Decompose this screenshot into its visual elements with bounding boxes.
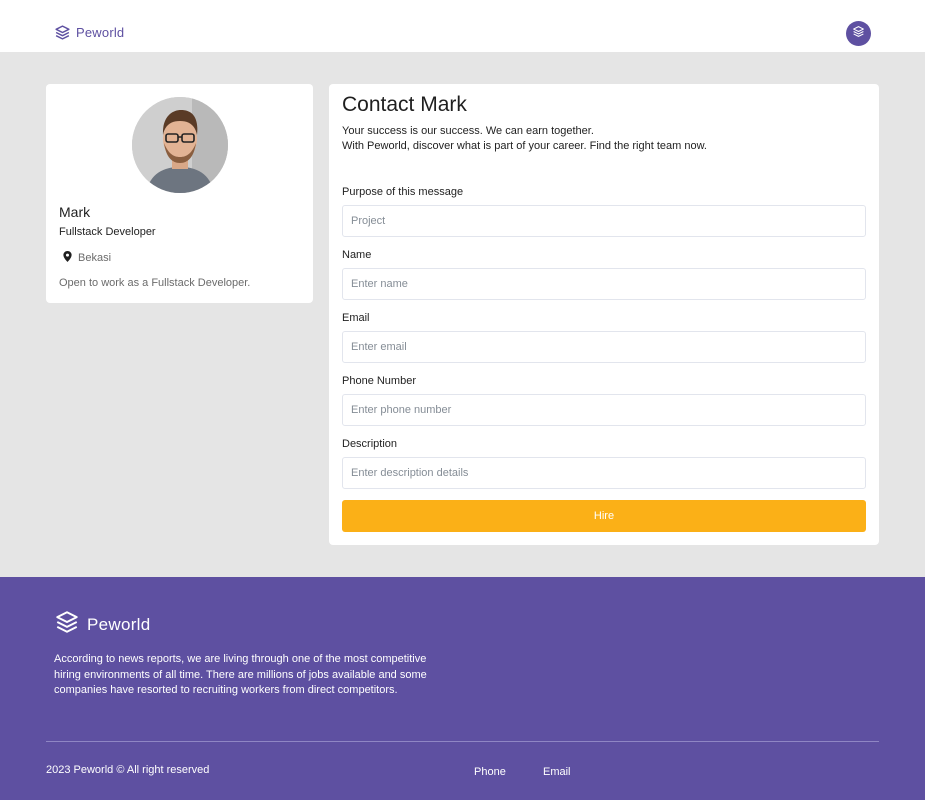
location-text: Bekasi — [78, 252, 112, 264]
brand-link[interactable]: Peworld — [54, 24, 124, 41]
footer-email-link[interactable]: Email — [543, 766, 571, 778]
footer-description: According to news reports, we are living… — [54, 653, 427, 696]
contact-subtitle-line1: Your success is our success. We can earn… — [342, 125, 594, 137]
name-label: Name — [342, 249, 372, 261]
contact-card: Contact Mark Your success is our success… — [329, 84, 879, 545]
copyright-text: 2023 Peworld © All right reserved — [46, 764, 210, 776]
profile-role: Fullstack Developer — [59, 226, 156, 238]
email-label: Email — [342, 312, 370, 324]
profile-description: Open to work as a Fullstack Developer. — [59, 277, 251, 289]
profile-card: Mark Fullstack Developer Bekasi Open to … — [46, 84, 313, 303]
navbar: Peworld — [0, 0, 925, 52]
purpose-input[interactable] — [342, 205, 866, 237]
profile-name: Mark — [59, 204, 91, 220]
name-input[interactable] — [342, 268, 866, 300]
layers-icon — [54, 609, 80, 640]
footer: Peworld According to news reports, we ar… — [0, 577, 925, 800]
footer-phone-link[interactable]: Phone — [474, 766, 506, 778]
layers-icon — [54, 24, 71, 41]
map-pin-icon — [63, 249, 72, 267]
phone-label: Phone Number — [342, 375, 416, 387]
description-input[interactable] — [342, 457, 866, 489]
layers-icon — [852, 25, 865, 43]
user-avatar-button[interactable] — [846, 21, 871, 46]
footer-brand-name: Peworld — [87, 614, 151, 634]
description-label: Description — [342, 438, 398, 450]
phone-input[interactable] — [342, 394, 866, 426]
brand-name: Peworld — [76, 25, 125, 40]
page-title: Contact Mark — [342, 93, 467, 116]
purpose-label: Purpose of this message — [342, 186, 464, 198]
contact-subtitle-line2: With Peworld, discover what is part of y… — [342, 140, 707, 152]
footer-brand: Peworld — [54, 609, 151, 640]
profile-photo — [132, 97, 228, 193]
footer-divider — [46, 741, 879, 742]
email-input[interactable] — [342, 331, 866, 363]
hire-button[interactable]: Hire — [342, 500, 866, 532]
profile-location: Bekasi — [63, 249, 111, 267]
